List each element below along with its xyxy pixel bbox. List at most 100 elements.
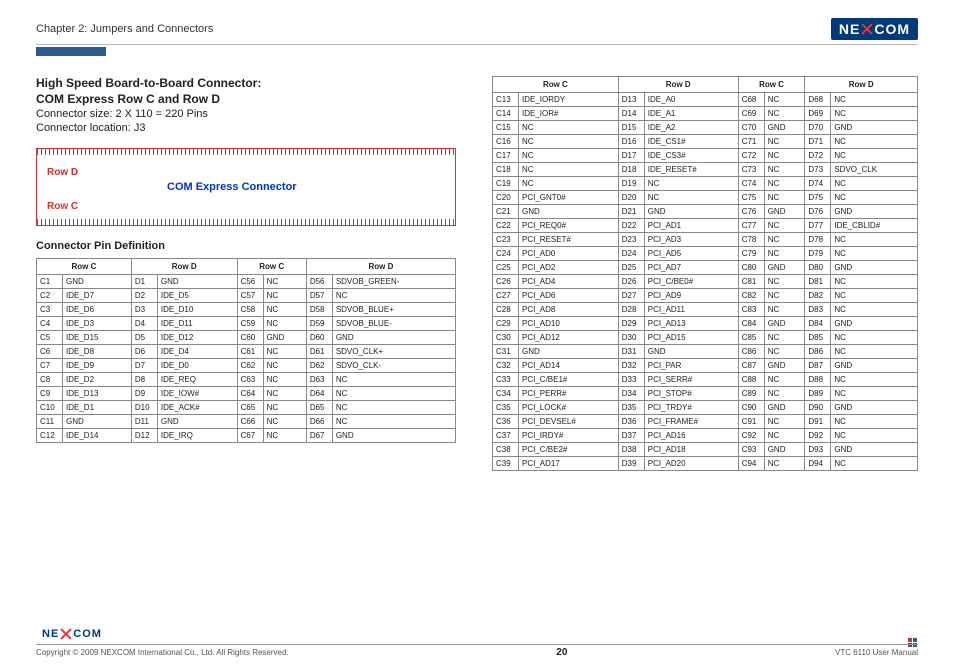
pin-id: C21 [493,205,519,219]
page-number: 20 [556,647,567,658]
pin-id: C73 [738,163,764,177]
pin-signal: SDVO_CLK [831,163,918,177]
pin-signal: PCI_RESET# [519,233,619,247]
table-row: C21GNDD21GNDC76GNDD76GND [493,205,918,219]
pin-signal: NC [263,317,306,331]
pin-id: D34 [618,387,644,401]
pin-signal: NC [764,331,805,345]
table-row: C7IDE_D9D7IDE_D0C62NCD62SDVO_CLK- [37,359,456,373]
pin-id: C57 [237,289,263,303]
pin-signal: NC [831,331,918,345]
pin-signal: IDE_D12 [157,331,237,345]
pin-id: D89 [805,387,831,401]
pin-signal: NC [831,247,918,261]
pin-id: D61 [306,345,332,359]
table-row: C24PCI_AD0D24PCI_AD5C79NCD79NC [493,247,918,261]
pin-id: C8 [37,373,63,387]
pin-signal: NC [831,177,918,191]
pin-signal: IDE_D10 [157,303,237,317]
table-row: C20PCI_GNT0#D20NCC75NCD75NC [493,191,918,205]
pin-signal: NC [831,457,918,471]
table-row: C37PCI_IRDY#D37PCI_AD16C92NCD92NC [493,429,918,443]
pin-id: D27 [618,289,644,303]
pin-signal: GND [831,443,918,457]
pin-id: D59 [306,317,332,331]
pin-id: C92 [738,429,764,443]
pin-signal: GND [519,345,619,359]
pin-signal: PCI_GNT0# [519,191,619,205]
pin-signal: NC [332,289,455,303]
pin-signal: IDE_D9 [63,359,132,373]
pin-id: D19 [618,177,644,191]
pin-signal: GND [764,443,805,457]
pin-id: D2 [131,289,157,303]
pin-id: C63 [237,373,263,387]
th-rowc: Row C [738,77,805,93]
pin-signal: NC [764,345,805,359]
pin-signal: IDE_D15 [63,331,132,345]
pin-definition-heading: Connector Pin Definition [36,240,456,252]
pin-signal: NC [764,149,805,163]
pin-signal: GND [831,121,918,135]
table-row: C8IDE_D2D8IDE_REQC63NCD63NC [37,373,456,387]
table-row: C22PCI_REQ0#D22PCI_AD1C77NCD77IDE_CBLID# [493,219,918,233]
pin-signal: NC [332,373,455,387]
pin-id: C81 [738,275,764,289]
pin-id: C78 [738,233,764,247]
pin-id: D13 [618,93,644,107]
pin-signal: NC [831,107,918,121]
pin-id: D1 [131,275,157,289]
pin-id: D69 [805,107,831,121]
pin-signal: NC [831,373,918,387]
pin-signal: PCI_C/BE2# [519,443,619,457]
chapter-title: Chapter 2: Jumpers and Connectors [36,23,213,35]
pin-signal: NC [764,177,805,191]
pin-signal: PCI_AD16 [644,429,738,443]
pin-signal: NC [519,135,619,149]
pin-id: C64 [237,387,263,401]
pin-signal: NC [644,177,738,191]
pin-id: D72 [805,149,831,163]
pin-signal: PCI_AD11 [644,303,738,317]
pin-id: C22 [493,219,519,233]
pin-id: C35 [493,401,519,415]
pin-signal: NC [332,387,455,401]
pin-id: D93 [805,443,831,457]
pin-id: D56 [306,275,332,289]
pin-signal: NC [263,387,306,401]
pin-id: C34 [493,387,519,401]
pin-signal: GND [831,205,918,219]
pin-signal: PCI_FRAME# [644,415,738,429]
diagram-rowc-label: Row C [47,201,78,212]
pin-id: D8 [131,373,157,387]
pin-signal: NC [831,289,918,303]
table-row: C38PCI_C/BE2#D38PCI_AD18C93GNDD93GND [493,443,918,457]
pin-signal: NC [764,107,805,121]
pin-signal: PCI_PAR [644,359,738,373]
table-row: C17NCD17IDE_CS3#C72NCD72NC [493,149,918,163]
pin-signal: PCI_AD8 [519,303,619,317]
pin-signal: NC [831,149,918,163]
pin-id: D77 [805,219,831,233]
pin-signal: NC [519,121,619,135]
pin-signal: NC [831,93,918,107]
pin-id: D37 [618,429,644,443]
pin-signal: NC [764,93,805,107]
pin-id: D92 [805,429,831,443]
pin-id: C3 [37,303,63,317]
pin-id: D24 [618,247,644,261]
pin-signal: IDE_D4 [157,345,237,359]
pin-id: C62 [237,359,263,373]
th-rowd: Row D [618,77,738,93]
pin-id: C91 [738,415,764,429]
pin-signal: NC [764,163,805,177]
pin-signal: PCI_AD0 [519,247,619,261]
pin-id: C28 [493,303,519,317]
pin-id: D94 [805,457,831,471]
pin-id: D32 [618,359,644,373]
pin-table-right: Row C Row D Row C Row D C13IDE_IORDYD13I… [492,76,918,471]
pin-signal: SDVO_CLK+ [332,345,455,359]
pin-id: D74 [805,177,831,191]
pin-id: C39 [493,457,519,471]
pin-signal: PCI_C/BE1# [519,373,619,387]
